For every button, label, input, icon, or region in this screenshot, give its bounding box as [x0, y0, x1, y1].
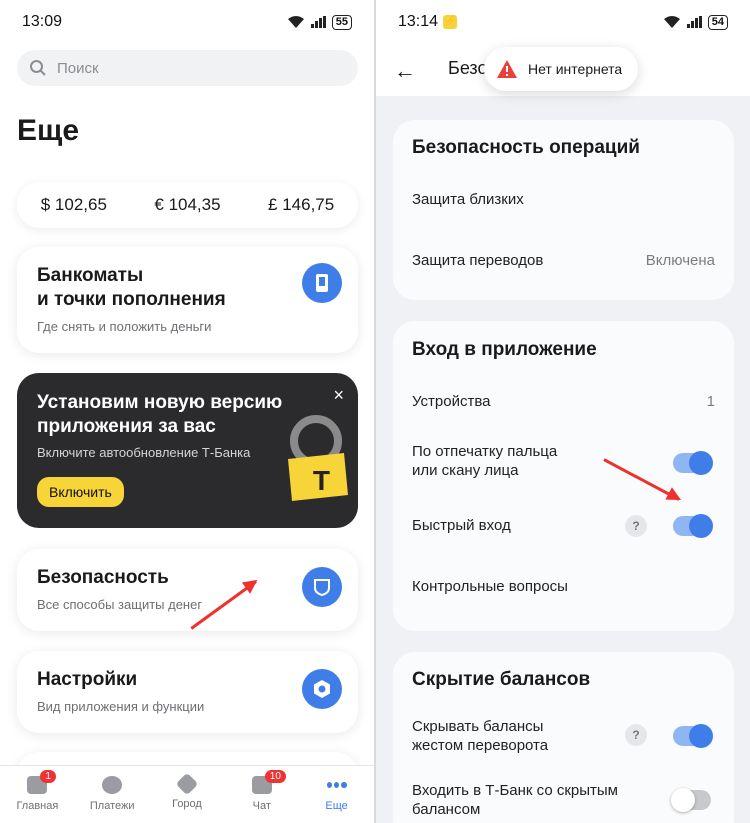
- row-security-questions[interactable]: Контрольные вопросы: [412, 577, 715, 596]
- close-icon[interactable]: ×: [333, 385, 344, 406]
- atm-title-line2: и точки пополнения: [37, 289, 226, 310]
- wifi-icon: [287, 16, 304, 28]
- quick-login-toggle[interactable]: [673, 514, 713, 538]
- row-label: Контрольные вопросы: [412, 578, 568, 595]
- hidden-balance-toggle[interactable]: [671, 788, 711, 812]
- nav-chat-badge: 10: [264, 770, 286, 783]
- nav-city[interactable]: Город: [152, 772, 222, 810]
- biometric-toggle[interactable]: [673, 451, 713, 475]
- settings-card[interactable]: Настройки Вид приложения и функции: [17, 651, 358, 733]
- warning-icon: [497, 60, 517, 78]
- city-icon: [175, 772, 199, 796]
- atm-icon: [302, 263, 342, 303]
- row-devices[interactable]: Устройства 1: [412, 392, 715, 411]
- atm-card-title: Банкоматы и точки пополнения: [37, 264, 226, 312]
- security-card-title: Безопасность: [37, 567, 169, 588]
- battery-indicator: 55: [331, 14, 352, 30]
- page-title: Безо: [448, 58, 488, 78]
- nav-home[interactable]: 1 Главная: [2, 770, 72, 812]
- currency-rates[interactable]: $ 102,65 € 104,35 £ 146,75: [17, 182, 358, 228]
- row-label: Защита близких: [412, 191, 524, 208]
- flip-hide-toggle[interactable]: [673, 724, 713, 748]
- row-label-line1: Входить в Т-Банк со скрытым: [412, 782, 618, 799]
- shield-icon: [302, 567, 342, 607]
- atm-card[interactable]: Банкоматы и точки пополнения Где снять и…: [17, 247, 358, 353]
- section-hide-title: Скрытие балансов: [412, 669, 591, 690]
- promo-title: Установим новую версию приложения за вас: [37, 392, 283, 437]
- atm-title-line1: Банкоматы: [37, 265, 144, 286]
- lock-letter: T: [312, 465, 330, 496]
- section-hide-balances: Скрытие балансов Скрывать балансы жестом…: [393, 652, 734, 823]
- rate-usd: $ 102,65: [40, 195, 107, 214]
- row-label: Защита переводов: [412, 252, 544, 269]
- settings-card-subtitle: Вид приложения и функции: [37, 699, 205, 714]
- status-bar: 13:14 ⚡ 54: [376, 0, 750, 44]
- settings-card-title: Настройки: [37, 669, 138, 690]
- help-icon[interactable]: ?: [625, 515, 647, 537]
- row-flip-hide: Скрывать балансы жестом переворота: [412, 717, 715, 755]
- section-login-title: Вход в приложение: [412, 339, 597, 360]
- nav-city-label: Город: [172, 798, 202, 810]
- nav-payments-label: Платежи: [89, 800, 135, 812]
- rate-eur: € 104,35: [154, 195, 221, 214]
- row-value: 1: [706, 393, 715, 410]
- row-label-line1: Скрывать балансы: [412, 718, 544, 735]
- row-hidden-balance-login: Входить в Т-Банк со скрытым балансом: [412, 781, 715, 819]
- nav-payments[interactable]: Платежи: [77, 776, 147, 812]
- section-operations-title: Безопасность операций: [412, 137, 640, 158]
- row-transfer-protection[interactable]: Защита переводов Включена: [412, 251, 715, 270]
- promo-banner[interactable]: Установим новую версию приложения за вас…: [17, 373, 358, 528]
- nav-home-label: Главная: [16, 800, 59, 812]
- nav-more-label: Еще: [325, 800, 348, 812]
- nav-chat-label: Чат: [252, 800, 271, 812]
- row-family-protection[interactable]: Защита близких: [412, 190, 715, 209]
- security-card-subtitle: Все способы защиты денег: [37, 597, 203, 612]
- more-dots-icon: [326, 776, 347, 794]
- row-quick-login: Быстрый вход: [412, 516, 715, 535]
- battery-indicator: 54: [707, 14, 728, 30]
- signal-icon: [310, 16, 326, 28]
- row-label-line2: балансом: [412, 801, 481, 818]
- gear-icon: [302, 669, 342, 709]
- back-arrow-icon[interactable]: ←: [394, 58, 416, 84]
- section-login: Вход в приложение Устройства 1 По отпеча…: [393, 321, 734, 631]
- row-label-line1: По отпечатку пальца: [412, 443, 558, 460]
- page-title: Еще: [17, 114, 80, 147]
- nav-more[interactable]: Еще: [302, 776, 372, 812]
- section-operations: Безопасность операций Защита близких Защ…: [393, 120, 734, 300]
- security-screen: 13:14 ⚡ 54 ← Безо Нет интернета Безопасн…: [376, 0, 750, 823]
- bottom-nav: 1 Главная Платежи Город 10 Чат Еще: [0, 765, 374, 823]
- signal-icon: [686, 16, 702, 28]
- search-icon: [30, 60, 46, 76]
- payments-icon: [102, 776, 123, 794]
- status-time: 13:14: [398, 13, 439, 30]
- rate-gbp: £ 146,75: [268, 195, 335, 214]
- wifi-icon: [663, 16, 680, 28]
- search-input[interactable]: Поиск: [17, 50, 358, 86]
- row-biometric: По отпечатку пальца или скану лица: [412, 442, 715, 480]
- promo-subtitle: Включите автообновление Т-Банка: [37, 445, 251, 460]
- row-label-line2: или скану лица: [412, 462, 519, 479]
- more-screen: 13:09 55 Поиск Еще $ 102,65 € 104,35 £ 1…: [0, 0, 374, 823]
- nav-chat[interactable]: 10 Чат: [227, 770, 297, 812]
- row-label: Быстрый вход: [412, 517, 511, 534]
- search-placeholder: Поиск: [57, 59, 99, 77]
- row-value: Включена: [645, 252, 715, 269]
- row-label: Устройства: [412, 393, 491, 410]
- enable-autoupdate-button[interactable]: Включить: [37, 477, 124, 507]
- nav-home-badge: 1: [40, 770, 56, 783]
- row-label-line2: жестом переворота: [412, 737, 549, 754]
- screenshot: 13:09 55 Поиск Еще $ 102,65 € 104,35 £ 1…: [0, 0, 750, 823]
- security-card[interactable]: Безопасность Все способы защиты денег: [17, 549, 358, 631]
- status-bar: 13:09 55: [0, 0, 374, 44]
- atm-card-subtitle: Где снять и положить деньги: [37, 319, 212, 334]
- notification-icon: ⚡: [443, 15, 458, 29]
- no-internet-toast: Нет интернета: [484, 47, 639, 91]
- help-icon[interactable]: ?: [625, 724, 647, 746]
- toast-text: Нет интернета: [528, 61, 623, 77]
- status-time: 13:09: [22, 13, 63, 30]
